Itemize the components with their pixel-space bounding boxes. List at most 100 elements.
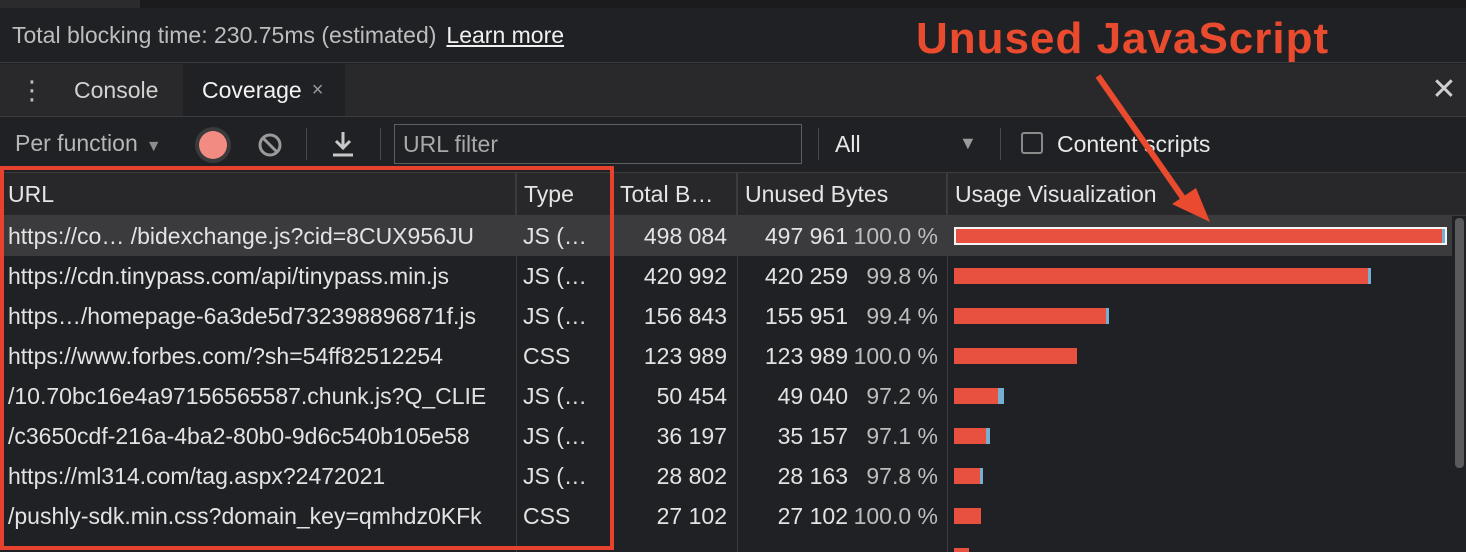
row-url: https://ml314.com/tag.aspx?2472021 (8, 463, 386, 489)
usage-bar (954, 268, 1371, 284)
more-tools-icon[interactable]: ⋮ (18, 76, 46, 104)
column-header-url[interactable]: URL (0, 173, 516, 215)
table-row[interactable]: https://co… /bidexchange.js?cid=8CUX956J… (0, 216, 1452, 256)
clear-icon[interactable] (257, 132, 283, 158)
table-row[interactable]: https://cdn.tinypass.com/api/tinypass.mi… (0, 256, 1452, 296)
scrollbar[interactable] (1452, 216, 1466, 552)
row-usage-visualization (954, 376, 1450, 416)
content-scripts-label[interactable]: Content scripts (1057, 131, 1210, 158)
row-unused-percent (846, 536, 938, 552)
tab-console-label: Console (74, 76, 159, 103)
top-strip-segment (0, 0, 140, 8)
column-header-usage-visualization[interactable]: Usage Visualization (947, 173, 1466, 215)
row-usage-visualization (954, 256, 1450, 296)
table-row[interactable]: https://www.forbes.com/?sh=54ff82512254 C… (0, 336, 1452, 376)
row-unused-percent: 97.2 % (866, 383, 938, 409)
used-bytes-bar (1367, 268, 1371, 284)
row-unused-bytes: 497 961 (764, 223, 848, 249)
tab-coverage-label: Coverage (202, 76, 302, 103)
top-strip (0, 0, 1466, 8)
table-row[interactable] (0, 536, 1452, 552)
table-row[interactable]: /pushly-sdk.min.css?domain_key=qmhdz0KFk… (0, 496, 1452, 536)
row-type: JS (… (523, 303, 587, 329)
column-header-unused-bytes[interactable]: Unused Bytes (737, 173, 947, 215)
close-tab-icon[interactable]: × (312, 79, 324, 102)
used-bytes-bar (998, 388, 1004, 404)
row-unused-percent: 100.0 % (853, 503, 938, 529)
row-unused-percent: 100.0 % (853, 223, 938, 249)
row-type: JS (… (523, 223, 587, 249)
type-filter-value: All (835, 131, 861, 157)
row-usage-visualization (954, 296, 1450, 336)
row-total-bytes (612, 536, 727, 552)
toolbar-divider (818, 128, 819, 160)
usage-bar (954, 468, 983, 484)
url-filter-input[interactable]: URL filter (394, 124, 802, 164)
row-url: /10.70bc16e4a97156565587.chunk.js?Q_CLIE (8, 383, 487, 409)
row-url: https…/homepage-6a3de5d732398896871f.js (8, 303, 477, 329)
close-drawer-icon[interactable]: ✕ (1428, 74, 1460, 106)
row-url (8, 536, 506, 552)
column-header-type[interactable]: Type (516, 173, 612, 215)
table-row[interactable]: /c3650cdf-216a-4ba2-80b0-9d6c540b105e58 J… (0, 416, 1452, 456)
used-bytes-bar (985, 428, 990, 444)
usage-bar (954, 548, 970, 552)
content-scripts-checkbox[interactable] (1021, 132, 1043, 154)
total-blocking-time-text: Total blocking time: 230.75ms (estimated… (12, 21, 437, 48)
row-unused-bytes: 155 951 (764, 303, 848, 329)
row-url: https://co… /bidexchange.js?cid=8CUX956J… (8, 223, 475, 249)
row-unused-bytes: 49 040 (777, 383, 848, 409)
coverage-mode-select[interactable]: Per function ▼ (15, 130, 162, 157)
row-type: CSS (523, 343, 571, 369)
usage-bar (954, 428, 990, 444)
row-usage-visualization (954, 336, 1450, 376)
row-url: https://cdn.tinypass.com/api/tinypass.mi… (8, 263, 450, 289)
row-url: /c3650cdf-216a-4ba2-80b0-9d6c540b105e58 (8, 423, 470, 449)
usage-bar (954, 227, 1447, 245)
type-filter-select[interactable]: All ▼ (835, 131, 977, 158)
row-total-bytes: 36 197 (656, 423, 727, 449)
chevron-down-icon: ▼ (959, 133, 977, 153)
row-total-bytes: 420 992 (643, 263, 727, 289)
tab-console[interactable]: Console (74, 64, 158, 116)
row-type: JS (… (523, 383, 587, 409)
used-bytes-bar (1105, 308, 1110, 324)
coverage-table-header: URL Type Total B… Unused Bytes Usage Vis… (0, 173, 1466, 216)
row-usage-visualization (954, 456, 1450, 496)
row-usage-visualization (954, 536, 1450, 552)
scrollbar-thumb[interactable] (1455, 218, 1464, 468)
row-type: JS (… (523, 263, 587, 289)
row-unused-bytes: 123 989 (764, 343, 848, 369)
table-row[interactable]: https…/homepage-6a3de5d732398896871f.js J… (0, 296, 1452, 336)
row-type: CSS (523, 503, 571, 529)
record-button[interactable] (199, 131, 227, 159)
toolbar-divider (380, 128, 381, 160)
table-row[interactable]: /10.70bc16e4a97156565587.chunk.js?Q_CLIE… (0, 376, 1452, 416)
row-unused-percent: 99.8 % (866, 263, 938, 289)
tab-coverage[interactable]: Coverage × (183, 64, 345, 116)
annotation-label: Unused JavaScript (916, 14, 1330, 63)
row-total-bytes: 50 454 (656, 383, 727, 409)
row-unused-bytes (738, 536, 848, 552)
row-unused-bytes: 35 157 (777, 423, 848, 449)
drawer-tab-bar: ⋮ Console Coverage × ✕ (0, 64, 1466, 117)
usage-bar (954, 508, 981, 524)
row-type: JS (… (523, 423, 587, 449)
row-total-bytes: 123 989 (643, 343, 727, 369)
column-header-total-bytes[interactable]: Total B… (612, 173, 737, 215)
row-usage-visualization (954, 216, 1450, 256)
coverage-table-body: https://co… /bidexchange.js?cid=8CUX956J… (0, 216, 1452, 552)
download-icon[interactable] (330, 130, 356, 158)
row-total-bytes: 28 802 (656, 463, 727, 489)
chevron-down-icon: ▼ (145, 138, 162, 155)
row-unused-percent: 99.4 % (866, 303, 938, 329)
row-url: https://www.forbes.com/?sh=54ff82512254 (8, 343, 443, 369)
learn-more-link[interactable]: Learn more (446, 22, 564, 49)
table-row[interactable]: https://ml314.com/tag.aspx?2472021 JS (… 2… (0, 456, 1452, 496)
row-unused-bytes: 420 259 (764, 263, 848, 289)
toolbar-divider (1000, 128, 1001, 160)
toolbar-divider (306, 128, 307, 160)
row-usage-visualization (954, 416, 1450, 456)
row-unused-bytes: 28 163 (777, 463, 848, 489)
used-bytes-bar (1442, 229, 1445, 243)
